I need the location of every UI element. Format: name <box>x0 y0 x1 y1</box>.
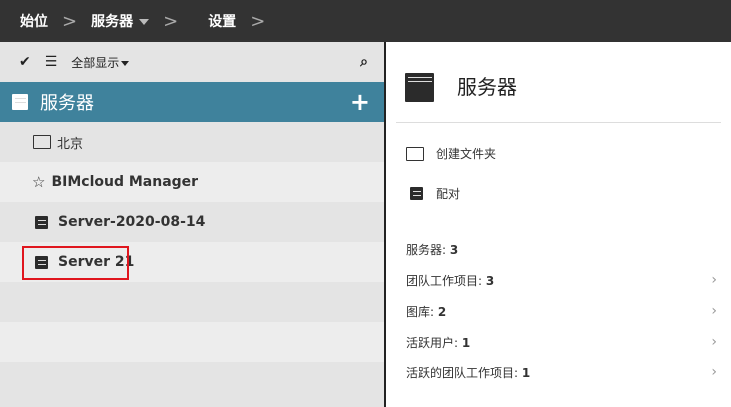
search-icon[interactable]: ⌕ <box>360 54 368 70</box>
stat-teamwork-projects[interactable]: 团队工作项目: 3 › <box>406 272 717 289</box>
stat-value: 2 <box>437 305 447 319</box>
empty-row <box>0 362 384 402</box>
stat-value: 3 <box>449 243 459 257</box>
breadcrumb-servers-label: 服务器 <box>91 14 134 30</box>
tree-header-label: 服务器 <box>40 93 94 114</box>
caret-down-icon <box>121 60 130 66</box>
chevron-right-icon: › <box>711 364 717 380</box>
chevron-right-icon: › <box>711 334 717 350</box>
manager-icon: ☆ <box>32 173 46 191</box>
server-icon <box>410 187 423 200</box>
stat-active-users[interactable]: 活跃用户: 1 › <box>406 334 717 351</box>
folder-icon <box>33 135 51 149</box>
create-folder-label: 创建文件夹 <box>436 147 497 161</box>
breadcrumb: 始位 > 服务器 > 设置 > <box>0 0 731 42</box>
stat-libraries[interactable]: 图库: 2 › <box>406 303 717 320</box>
create-folder-button[interactable]: 创建文件夹 <box>406 145 496 162</box>
tree-header[interactable]: 服务器 + <box>0 82 384 122</box>
stat-label: 活跃用户: <box>406 336 462 350</box>
check-icon[interactable]: ✔ <box>19 54 31 70</box>
stat-active-teamwork-projects[interactable]: 活跃的团队工作项目: 1 › <box>406 364 717 381</box>
filter-label: 全部显示 <box>71 55 120 70</box>
pair-label: 配对 <box>436 187 461 201</box>
caret-down-icon[interactable] <box>139 19 150 25</box>
chevron-right-icon: > <box>163 10 179 32</box>
chevron-right-icon: › <box>711 272 717 288</box>
filter-dropdown[interactable]: 全部显示 <box>71 54 130 71</box>
tree-item-server[interactable]: Server 21 <box>0 242 384 282</box>
title-divider <box>396 122 721 123</box>
stat-label: 活跃的团队工作项目: <box>406 366 522 380</box>
empty-row <box>0 322 384 362</box>
tree-item-label: Server-2020-08-14 <box>58 214 206 230</box>
server-tree-panel: ✔ ☰ 全部显示 ⌕ 服务器 + 北京 ☆ BIMcloud Manager S… <box>0 42 384 407</box>
tree-toolbar: ✔ ☰ 全部显示 ⌕ <box>0 42 384 82</box>
pair-button[interactable]: 配对 <box>406 185 460 202</box>
stat-value: 3 <box>485 274 495 288</box>
stat-value: 1 <box>461 336 471 350</box>
breadcrumb-servers[interactable]: 服务器 <box>91 11 150 31</box>
server-icon <box>35 255 48 269</box>
panel-title: 服务器 <box>457 75 517 99</box>
tree-item-server[interactable]: Server-2020-08-14 <box>0 202 384 242</box>
empty-row <box>0 282 384 322</box>
chevron-right-icon: > <box>250 10 266 32</box>
server-icon <box>12 94 28 110</box>
chevron-right-icon: › <box>711 303 717 319</box>
stat-label: 服务器: <box>406 243 450 257</box>
stat-servers: 服务器: 3 <box>406 241 717 258</box>
tree-item-manager[interactable]: ☆ BIMcloud Manager <box>0 162 384 202</box>
stat-label: 图库: <box>406 305 438 319</box>
breadcrumb-settings[interactable]: 设置 <box>208 11 236 31</box>
tree-item-folder[interactable]: 北京 <box>0 122 384 162</box>
tree-item-label: BIMcloud Manager <box>51 174 199 190</box>
breadcrumb-home[interactable]: 始位 <box>20 11 48 31</box>
add-icon[interactable]: + <box>350 88 370 116</box>
server-icon <box>405 73 434 102</box>
details-panel: 服务器 创建文件夹 配对 服务器: 3 团队工作项目: 3 › 图库: 2 › 活跃… <box>386 42 731 407</box>
stat-value: 1 <box>521 366 531 380</box>
tree-item-label: 北京 <box>57 136 84 152</box>
stat-label: 团队工作项目: <box>406 274 486 288</box>
chevron-right-icon: > <box>62 10 78 32</box>
server-icon <box>35 215 48 229</box>
folder-icon <box>406 146 424 161</box>
list-icon[interactable]: ☰ <box>45 54 58 70</box>
